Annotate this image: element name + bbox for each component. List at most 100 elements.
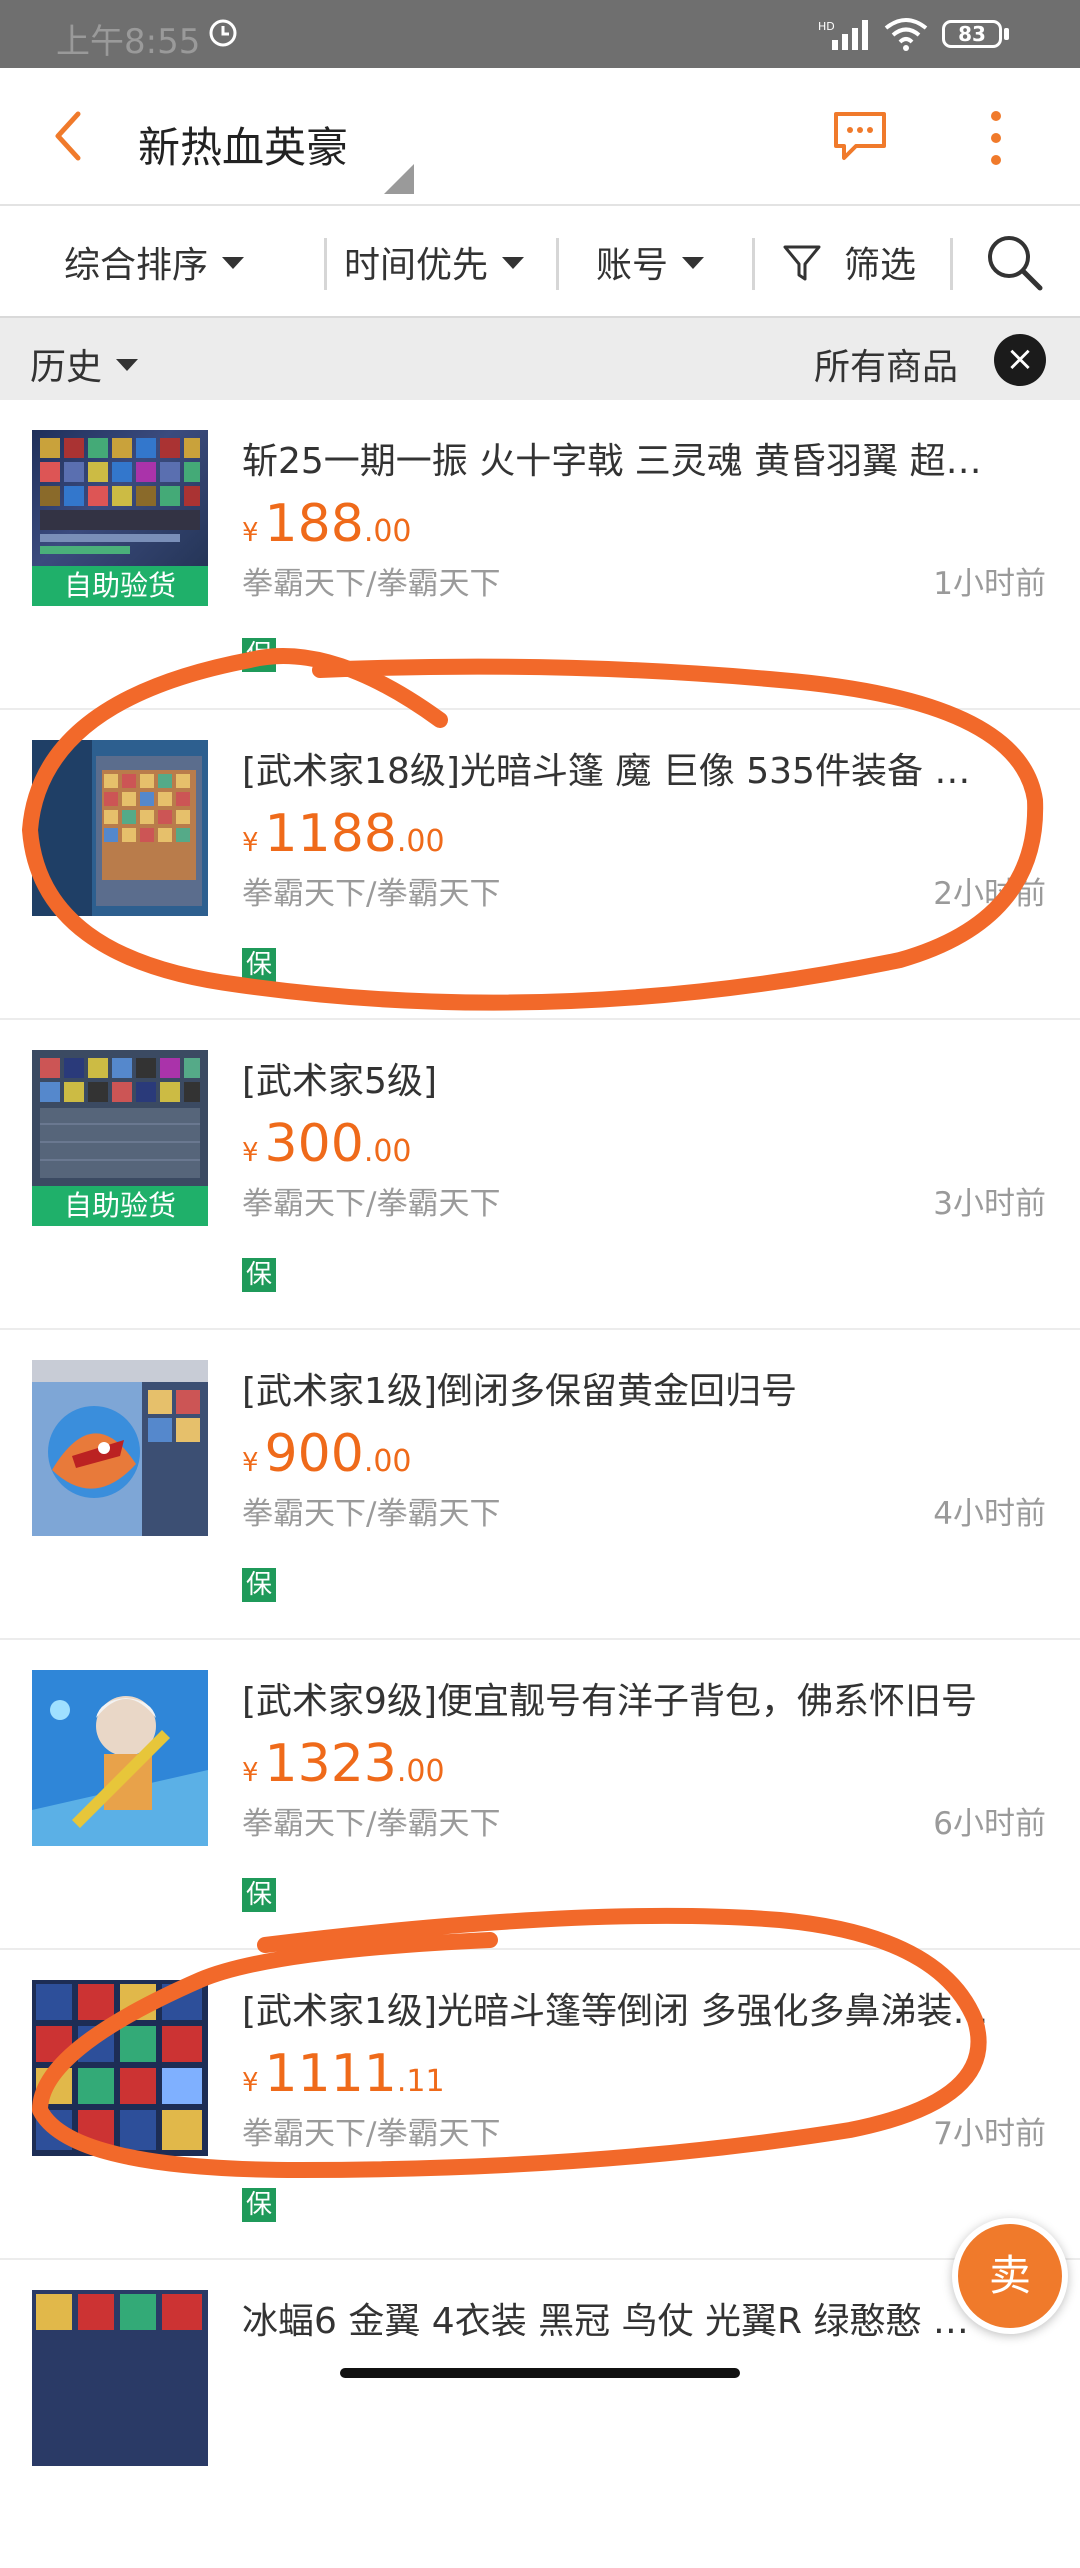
seller-server: 拳霸天下/拳霸天下 bbox=[242, 566, 501, 602]
battery-tip bbox=[1004, 28, 1009, 40]
caret-down-icon bbox=[682, 257, 705, 269]
caret-down-icon bbox=[222, 257, 245, 269]
posted-time: 1小时前 bbox=[933, 566, 1046, 602]
product-thumbnail bbox=[32, 1670, 208, 1846]
posted-time: 6小时前 bbox=[933, 1806, 1046, 1842]
inventory-image bbox=[40, 438, 200, 554]
sort-label: 综合排序 bbox=[64, 245, 209, 286]
item-price: ¥1188.00 bbox=[242, 804, 445, 864]
price-decimal: .00 bbox=[363, 1444, 412, 1479]
time-label: 时间优先 bbox=[344, 245, 489, 286]
product-thumbnail: 自助验货 bbox=[32, 1050, 208, 1226]
history-dropdown[interactable]: 历史 bbox=[30, 338, 139, 390]
item-price: ¥188.00 bbox=[242, 494, 412, 554]
caret-down-icon bbox=[502, 257, 525, 269]
guarantee-badge: 保 bbox=[242, 1568, 276, 1602]
inventory-image bbox=[36, 2294, 202, 2330]
chat-bubble-icon[interactable] bbox=[832, 110, 888, 162]
back-button[interactable] bbox=[48, 108, 88, 164]
item-title: 斩25一期一振 火十字戟 三灵魂 黄昏羽翼 超… bbox=[242, 441, 982, 482]
account-dropdown[interactable]: 账号 bbox=[596, 236, 705, 288]
filter-label: 筛选 bbox=[844, 245, 917, 286]
posted-time: 3小时前 bbox=[933, 1186, 1046, 1222]
top-app-bar: 新热血英豪 bbox=[0, 68, 1080, 206]
item-price: ¥300.00 bbox=[242, 1114, 412, 1174]
item-title: [武术家1级]光暗斗篷等倒闭 多强化多鼻涕装… bbox=[242, 1991, 989, 2032]
product-thumbnail bbox=[32, 1980, 208, 2156]
currency-symbol: ¥ bbox=[242, 828, 259, 858]
guarantee-badge: 保 bbox=[242, 1878, 276, 1912]
account-label: 账号 bbox=[596, 245, 669, 286]
posted-time: 4小时前 bbox=[933, 1496, 1046, 1532]
status-bar: 上午8:55 HD 83 bbox=[0, 0, 1080, 68]
price-decimal: .00 bbox=[363, 1134, 412, 1169]
divider bbox=[556, 238, 559, 290]
inventory-image bbox=[36, 1984, 202, 2150]
posted-time: 2小时前 bbox=[933, 876, 1046, 912]
history-bar: 历史 所有商品 × bbox=[0, 316, 1080, 402]
product-thumbnail: 自助验货 bbox=[32, 430, 208, 606]
wifi-icon bbox=[884, 18, 928, 51]
home-indicator bbox=[340, 2368, 740, 2378]
sell-button[interactable]: 卖 bbox=[952, 2218, 1068, 2334]
price-decimal: .00 bbox=[363, 514, 412, 549]
guarantee-badge: 保 bbox=[242, 2188, 276, 2222]
all-goods-label: 所有商品 bbox=[814, 347, 959, 388]
currency-symbol: ¥ bbox=[242, 518, 259, 548]
currency-symbol: ¥ bbox=[242, 1138, 259, 1168]
price-decimal: .00 bbox=[396, 824, 445, 859]
seller-server: 拳霸天下/拳霸天下 bbox=[242, 2116, 501, 2152]
search-icon[interactable] bbox=[984, 232, 1044, 292]
divider bbox=[324, 238, 327, 290]
price-integer: 1188 bbox=[264, 804, 397, 864]
list-item[interactable]: 冰蝠6 金翼 4衣装 黑冠 鸟仗 光翼R 绿憨憨 … bbox=[0, 2260, 1080, 2568]
list-item[interactable]: [武术家18级]光暗斗篷 魔 巨像 535件装备 … ¥1188.00 拳霸天下… bbox=[0, 710, 1080, 1020]
posted-time: 7小时前 bbox=[933, 2116, 1046, 2152]
self-inspection-badge: 自助验货 bbox=[32, 566, 208, 606]
currency-symbol: ¥ bbox=[242, 2068, 259, 2098]
inventory-image bbox=[32, 740, 208, 916]
seller-server: 拳霸天下/拳霸天下 bbox=[242, 1186, 501, 1222]
price-integer: 1323 bbox=[264, 1734, 397, 1794]
guarantee-badge: 保 bbox=[242, 948, 276, 982]
seller-server: 拳霸天下/拳霸天下 bbox=[242, 1806, 501, 1842]
time-priority-dropdown[interactable]: 时间优先 bbox=[344, 236, 525, 288]
seller-server: 拳霸天下/拳霸天下 bbox=[242, 876, 501, 912]
price-decimal: .11 bbox=[396, 2064, 445, 2099]
price-integer: 188 bbox=[264, 494, 364, 554]
page-title: 新热血英豪 bbox=[138, 123, 349, 172]
battery-icon: 83 bbox=[942, 20, 1002, 48]
title-corner-marker bbox=[384, 164, 414, 194]
close-icon[interactable]: × bbox=[994, 334, 1046, 386]
more-vertical-icon[interactable] bbox=[988, 108, 1004, 168]
list-item[interactable]: [武术家1级]光暗斗篷等倒闭 多强化多鼻涕装… ¥1111.11 拳霸天下/拳霸… bbox=[0, 1950, 1080, 2260]
item-title: [武术家9级]便宜靓号有洋子背包，佛系怀旧号 bbox=[242, 1681, 977, 1722]
list-item[interactable]: [武术家1级]倒闭多保留黄金回归号 ¥900.00 拳霸天下/拳霸天下 4小时前… bbox=[0, 1330, 1080, 1640]
item-price: ¥1111.11 bbox=[242, 2044, 445, 2104]
seller-server: 拳霸天下/拳霸天下 bbox=[242, 1496, 501, 1532]
currency-symbol: ¥ bbox=[242, 1758, 259, 1788]
filter-bar: 综合排序 时间优先 账号 筛选 bbox=[0, 206, 1080, 316]
svg-text:HD: HD bbox=[818, 20, 835, 33]
item-title: 冰蝠6 金翼 4衣装 黑冠 鸟仗 光翼R 绿憨憨 … bbox=[242, 2301, 969, 2342]
product-thumbnail bbox=[32, 2290, 208, 2466]
item-title: [武术家18级]光暗斗篷 魔 巨像 535件装备 … bbox=[242, 751, 971, 792]
currency-symbol: ¥ bbox=[242, 1448, 259, 1478]
item-title: [武术家1级]倒闭多保留黄金回归号 bbox=[242, 1371, 797, 1412]
product-list: 自助验货 斩25一期一振 火十字戟 三灵魂 黄昏羽翼 超… ¥188.00 拳霸… bbox=[0, 400, 1080, 2568]
divider bbox=[950, 238, 953, 290]
self-inspection-badge: 自助验货 bbox=[32, 1186, 208, 1226]
item-price: ¥900.00 bbox=[242, 1424, 412, 1484]
list-item[interactable]: [武术家9级]便宜靓号有洋子背包，佛系怀旧号 ¥1323.00 拳霸天下/拳霸天… bbox=[0, 1640, 1080, 1950]
product-thumbnail bbox=[32, 1360, 208, 1536]
filter-button[interactable]: 筛选 bbox=[782, 236, 916, 288]
history-label: 历史 bbox=[30, 347, 103, 388]
price-integer: 300 bbox=[264, 1114, 364, 1174]
price-decimal: .00 bbox=[396, 1754, 445, 1789]
list-item[interactable]: 自助验货 斩25一期一振 火十字戟 三灵魂 黄昏羽翼 超… ¥188.00 拳霸… bbox=[0, 400, 1080, 710]
list-item[interactable]: 自助验货 [武术家5级] ¥300.00 拳霸天下/拳霸天下 3小时前 保 bbox=[0, 1020, 1080, 1330]
sort-dropdown[interactable]: 综合排序 bbox=[64, 236, 245, 288]
funnel-icon bbox=[783, 245, 821, 281]
signal-icon: HD bbox=[818, 20, 868, 50]
price-integer: 1111 bbox=[264, 2044, 397, 2104]
